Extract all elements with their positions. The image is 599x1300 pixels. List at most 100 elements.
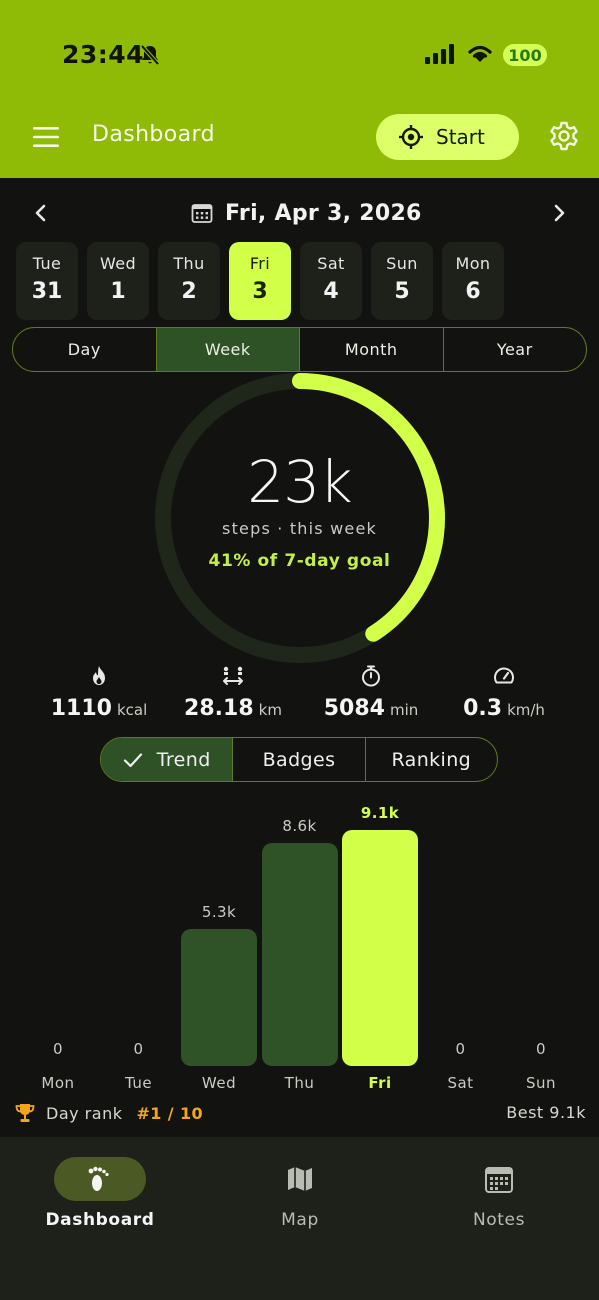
day-chip[interactable]: Mon 6: [442, 242, 504, 320]
day-rank: Day rank #1 / 10: [14, 1101, 203, 1125]
bar-value-label: 5.3k: [201, 902, 237, 921]
calories-unit: kcal: [116, 701, 148, 719]
nav-dashboard[interactable]: Dashboard: [0, 1137, 200, 1237]
menu-icon[interactable]: [31, 124, 61, 150]
nav-notes[interactable]: Notes: [399, 1137, 599, 1237]
steps-label: steps · this week: [222, 519, 377, 538]
bell-muted-icon: [140, 44, 160, 66]
chart-tabs: Trend Badges Ranking: [100, 737, 498, 782]
day-name: Thu: [173, 254, 205, 273]
date-picker[interactable]: Fri, Apr 3, 2026: [191, 198, 422, 228]
stopwatch-icon: [362, 665, 380, 687]
bar-category-label: Sat: [447, 1074, 474, 1092]
rank-label: Day rank: [46, 1103, 123, 1123]
tab-trend-label: Trend: [156, 748, 211, 771]
period-year[interactable]: Year: [444, 328, 587, 371]
day-selector: Tue 31 Wed 1 Thu 2 Fri 3 Sat 4 Sun 5 Mon 6: [16, 242, 504, 320]
stat-distance: 28.18 km: [158, 664, 308, 721]
tab-badges[interactable]: Badges: [233, 738, 366, 781]
goal-progress-ring: [155, 373, 445, 663]
goal-percent: 41% of 7-day goal: [208, 551, 391, 571]
next-date-icon[interactable]: [548, 201, 570, 225]
day-number: 31: [31, 279, 63, 304]
day-name: Tue: [32, 254, 62, 273]
wifi-icon: [468, 45, 492, 62]
bar-value-label: 9.1k: [360, 804, 400, 822]
nav-dashboard-label: Dashboard: [45, 1210, 155, 1230]
calories-value: 1110: [50, 696, 112, 721]
bar-value-label: 0: [455, 1040, 466, 1058]
day-chip[interactable]: Sun 5: [371, 242, 433, 320]
day-number: 4: [323, 279, 339, 304]
day-number: 5: [394, 279, 410, 304]
bar-category-label: Sun: [525, 1074, 557, 1092]
day-chip[interactable]: Sat 4: [300, 242, 362, 320]
tab-ranking[interactable]: Ranking: [366, 738, 497, 781]
distance-value: 28.18: [184, 696, 254, 721]
day-number: 3: [252, 279, 268, 304]
bar-category-label: Tue: [124, 1074, 153, 1092]
nav-notes-label: Notes: [472, 1210, 526, 1230]
steps-bar-chart: 0 Mon 0 Tue 5.3k Wed 8.6k Thu 9.1k Fri 0 Sat 0 Sun: [0, 790, 599, 1100]
rank-value: #1 / 10: [136, 1103, 204, 1123]
distance-unit: km: [258, 701, 282, 719]
day-name: Fri: [249, 254, 271, 273]
day-number: 1: [110, 279, 126, 304]
selected-date: Fri, Apr 3, 2026: [225, 200, 422, 226]
day-name: Wed: [99, 254, 137, 273]
gear-icon[interactable]: [548, 120, 580, 152]
calendar-icon: [191, 204, 213, 223]
bar[interactable]: [261, 842, 338, 1066]
check-icon: [123, 752, 142, 767]
speed-value: 0.3: [463, 696, 503, 721]
day-name: Mon: [455, 254, 491, 273]
battery-indicator: 100: [503, 44, 547, 66]
nav-map-pill: [254, 1157, 346, 1201]
nav-dashboard-pill: [54, 1157, 146, 1201]
steps-total: 23k: [247, 448, 352, 516]
day-chip[interactable]: Thu 2: [158, 242, 220, 320]
day-chip[interactable]: Wed 1: [87, 242, 149, 320]
bar[interactable]: [342, 830, 418, 1066]
flame-icon: [93, 666, 105, 685]
stat-speed: 0.3 km/h: [429, 664, 579, 721]
bar-value-label: 0: [53, 1040, 63, 1058]
speedometer-icon: [494, 667, 514, 684]
duration-value: 5084: [323, 696, 385, 721]
bar-category-label: Thu: [284, 1074, 315, 1092]
nav-map[interactable]: Map: [200, 1137, 400, 1237]
day-name: Sun: [386, 254, 418, 273]
nav-map-label: Map: [281, 1210, 319, 1230]
duration-unit: min: [389, 701, 419, 719]
page-title: Dashboard: [92, 122, 215, 147]
stat-calories: 1110 kcal: [24, 664, 174, 721]
start-label: Start: [436, 125, 485, 149]
day-number: 2: [181, 279, 197, 304]
status-time: 23:44: [62, 40, 145, 69]
bar-value-label: 0: [536, 1040, 546, 1058]
bar-category-label: Fri: [368, 1074, 392, 1092]
day-chip-selected[interactable]: Fri 3: [229, 242, 291, 320]
nav-notes-pill: [453, 1157, 545, 1201]
app-header: 23:44 100 Dashboard Start: [0, 0, 599, 178]
day-name: Sat: [317, 254, 345, 273]
bar-value-label: 0: [133, 1040, 144, 1058]
period-day[interactable]: Day: [13, 328, 157, 371]
bar-category-label: Wed: [201, 1074, 237, 1092]
distance-icon: [223, 666, 243, 685]
speed-unit: km/h: [507, 701, 545, 719]
day-chip[interactable]: Tue 31: [16, 242, 78, 320]
day-number: 6: [465, 279, 481, 304]
signal-icon: [425, 44, 454, 64]
footprints-icon: [88, 1166, 109, 1191]
bar-category-label: Mon: [41, 1074, 75, 1092]
bar-value-label: 8.6k: [282, 816, 317, 835]
start-button[interactable]: Start: [376, 114, 519, 160]
trophy-icon: [15, 1104, 35, 1122]
previous-date-icon[interactable]: [30, 201, 52, 225]
tab-trend[interactable]: Trend: [101, 738, 234, 781]
map-icon: [288, 1167, 312, 1191]
crosshair-icon: [399, 125, 423, 149]
bar[interactable]: [181, 928, 257, 1066]
calendar-icon: [485, 1167, 513, 1193]
